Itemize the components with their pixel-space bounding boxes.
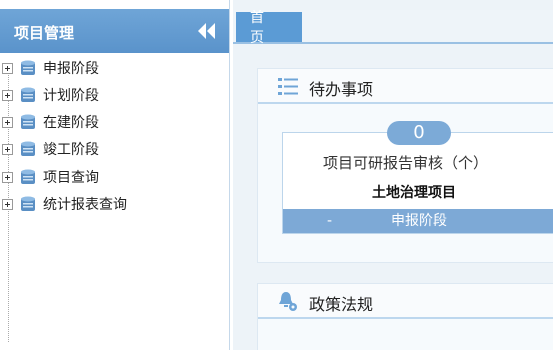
list-icon <box>278 78 298 95</box>
footer-stage-label: 申报阶段 <box>391 213 447 229</box>
database-icon <box>21 87 35 102</box>
tab-home[interactable]: 首页 <box>236 10 302 46</box>
todo-panel-title: 待办事项 <box>309 80 374 99</box>
sidebar-header: 项目管理 <box>0 9 229 53</box>
expand-icon[interactable] <box>2 89 13 101</box>
policy-panel-header: 政策法规 <box>258 284 553 319</box>
bell-settings-icon <box>279 292 297 311</box>
card-subject: 土地治理项目 <box>372 185 456 201</box>
tree-item-project-query[interactable]: 项目查询 <box>2 167 99 187</box>
expand-icon[interactable] <box>2 198 13 210</box>
sidebar-title: 项目管理 <box>14 24 75 42</box>
todo-card[interactable]: 0 项目可研报告审核（个） 土地治理项目 - 申报阶段 <box>282 121 553 234</box>
card-footer[interactable]: - 申报阶段 <box>283 209 553 233</box>
policy-panel: 政策法规 <box>257 283 553 350</box>
todo-panel-header: 待办事项 <box>258 69 553 104</box>
tree-item-label: 申报阶段 <box>43 61 99 77</box>
footer-bullet: - <box>327 213 333 229</box>
main-content: 首页 待办事项 0 项目可研报告审核（个） 土地治理项目 - 申报阶段 政策法规 <box>233 0 553 350</box>
tree-item-label: 在建阶段 <box>43 115 99 131</box>
tree-item-construction-stage[interactable]: 在建阶段 <box>2 112 99 132</box>
database-icon <box>21 169 35 184</box>
database-icon <box>21 114 35 129</box>
database-icon <box>21 60 35 75</box>
database-icon <box>21 141 35 156</box>
tab-bar: 首页 <box>233 10 553 46</box>
todo-panel: 待办事项 0 项目可研报告审核（个） 土地治理项目 - 申报阶段 <box>257 68 553 263</box>
tree-item-plan-stage[interactable]: 计划阶段 <box>2 85 99 105</box>
tree-item-label: 计划阶段 <box>43 88 99 104</box>
card-title: 项目可研报告审核（个） <box>323 154 489 172</box>
expand-icon[interactable] <box>2 171 13 183</box>
expand-icon[interactable] <box>2 62 13 74</box>
database-icon <box>21 196 35 211</box>
expand-icon[interactable] <box>2 143 13 155</box>
tree-item-label: 项目查询 <box>43 170 99 186</box>
tree-item-label: 统计报表查询 <box>43 197 127 213</box>
expand-icon[interactable] <box>2 116 13 128</box>
tree-item-statistics-query[interactable]: 统计报表查询 <box>2 194 127 214</box>
collapse-sidebar-icon[interactable] <box>197 23 217 39</box>
tree-item-label: 竣工阶段 <box>43 142 99 158</box>
policy-panel-title: 政策法规 <box>309 295 374 314</box>
sidebar: 项目管理 申报阶段 计划阶段 在建阶段 竣工阶段 项目查询 统计报表查询 <box>0 0 230 350</box>
tree-item-completion-stage[interactable]: 竣工阶段 <box>2 139 99 159</box>
tree-item-application-stage[interactable]: 申报阶段 <box>2 58 99 78</box>
count-badge: 0 <box>387 121 451 145</box>
